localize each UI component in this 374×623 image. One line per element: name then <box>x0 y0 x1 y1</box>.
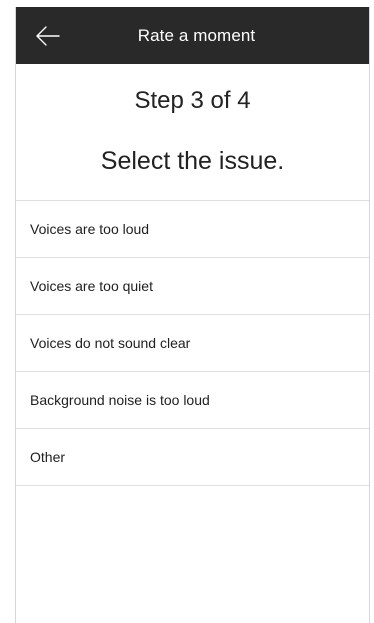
arrow-left-icon <box>36 26 60 46</box>
top-app-bar: Rate a moment <box>16 7 369 64</box>
page-title: Rate a moment <box>137 25 256 45</box>
step-indicator: Step 3 of 4 <box>134 87 251 114</box>
app-screen: Rate a moment Step 3 of 4 Select the iss… <box>15 7 370 623</box>
issue-option-label: Voices are too quiet <box>30 278 153 294</box>
issue-option-label: Other <box>30 449 66 465</box>
issue-option-background-noise[interactable]: Background noise is too loud <box>16 372 369 429</box>
issue-option-voices-too-quiet[interactable]: Voices are too quiet <box>16 258 369 315</box>
issue-option-label: Voices are too loud <box>30 221 150 237</box>
issue-option-label: Voices do not sound clear <box>30 335 191 351</box>
back-button[interactable] <box>32 21 64 51</box>
issue-prompt: Select the issue. <box>100 147 285 175</box>
issue-option-label: Background noise is too loud <box>30 392 210 408</box>
issue-option-other[interactable]: Other <box>16 429 369 486</box>
issue-option-voices-too-loud[interactable]: Voices are too loud <box>16 201 369 258</box>
issue-list: Voices are too loud Voices are too quiet… <box>16 200 369 486</box>
issue-option-voices-not-clear[interactable]: Voices do not sound clear <box>16 315 369 372</box>
